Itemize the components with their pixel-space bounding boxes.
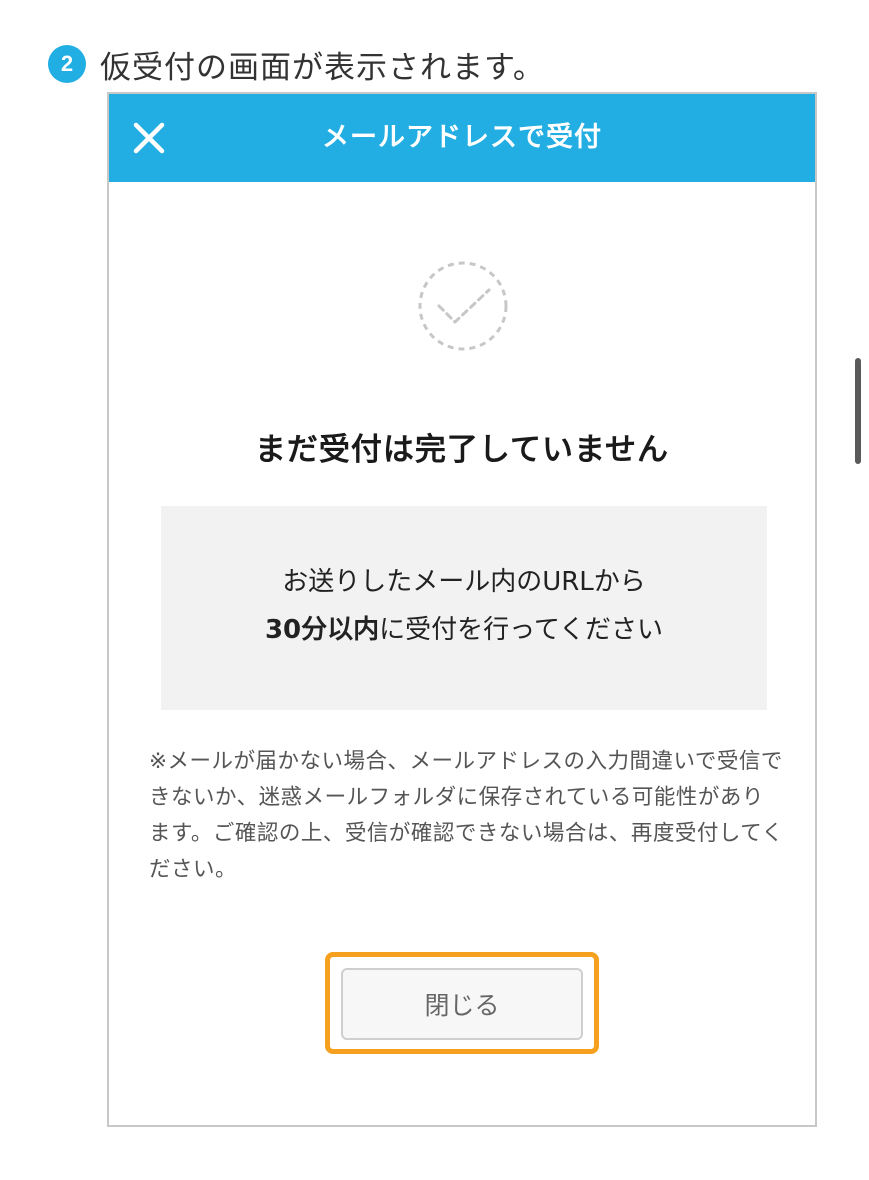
notice-line-2-rest: に受付を行ってください bbox=[379, 615, 664, 645]
step-instruction: 2 仮受付の画面が表示されます。 bbox=[48, 42, 545, 86]
header-title: メールアドレスで受付 bbox=[322, 122, 602, 153]
note-text: ※メールが届かない場合、メールアドレスの入力間違いで受信できないか、迷惑メールフ… bbox=[149, 749, 784, 882]
step-text: 仮受付の画面が表示されます。 bbox=[100, 49, 545, 86]
scrollbar[interactable] bbox=[855, 358, 861, 464]
status-title: まだ受付は完了していません bbox=[254, 432, 670, 468]
step-number-badge: 2 bbox=[48, 45, 86, 83]
app-screen: メールアドレスで受付 まだ受付は完了していません お送りしたメール内のURLから… bbox=[107, 92, 817, 1127]
notice-time-limit: 30分以内 bbox=[264, 615, 380, 645]
notice-line-2: 30分以内に受付を行ってください bbox=[161, 606, 767, 654]
close-button[interactable]: 閉じる bbox=[341, 968, 583, 1040]
notice-box: お送りしたメール内のURLから 30分以内に受付を行ってください bbox=[161, 506, 767, 710]
notice-line-1: お送りしたメール内のURLから bbox=[282, 567, 646, 597]
header-bar: メールアドレスで受付 bbox=[109, 94, 815, 182]
check-circle-icon bbox=[417, 260, 509, 352]
